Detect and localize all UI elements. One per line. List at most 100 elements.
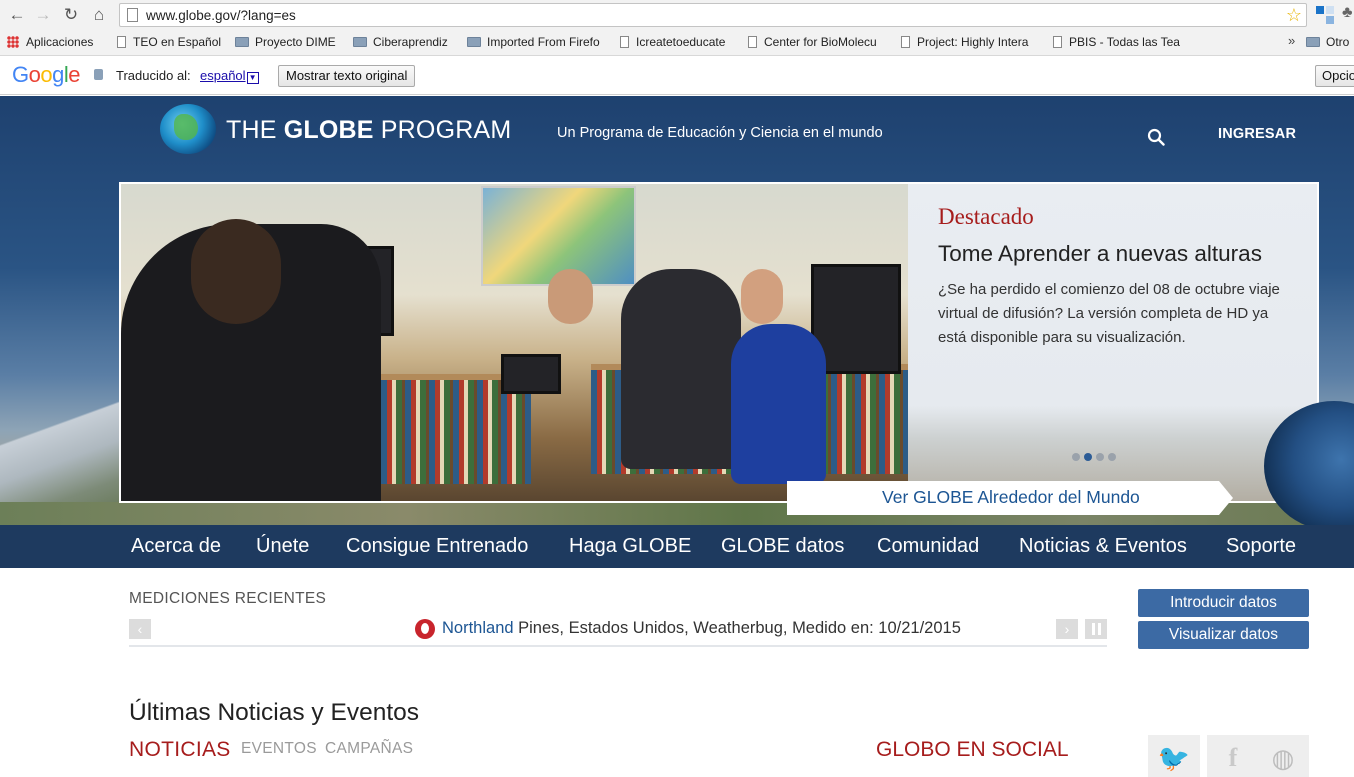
lock-icon xyxy=(94,69,103,80)
measurements-ticker: ‹ Northland Pines, Estados Unidos, Weath… xyxy=(129,617,1107,647)
bookmark-item[interactable]: Center for BioMolecu xyxy=(748,35,884,49)
bookmark-label: Imported From Firefo xyxy=(487,35,600,49)
back-icon[interactable]: ← xyxy=(7,5,27,25)
social-title: GLOBO EN SOCIAL xyxy=(876,738,1069,761)
slider-dot-active[interactable] xyxy=(1084,453,1092,461)
bookmark-item[interactable]: PBIS - Todas las Tea xyxy=(1053,35,1181,49)
puzzle-icon[interactable]: ♣ xyxy=(1342,4,1353,22)
nav-item-join[interactable]: Únete xyxy=(256,535,309,558)
view-data-button[interactable]: Visualizar datos xyxy=(1138,621,1309,649)
featured-photo[interactable] xyxy=(121,184,908,501)
apps-grid-icon xyxy=(7,36,19,48)
bookmark-item[interactable]: Proyecto DIME xyxy=(235,35,336,49)
show-original-button[interactable]: Mostrar texto original xyxy=(278,65,416,87)
bookmark-star-icon[interactable]: ☆ xyxy=(1286,5,1302,26)
nav-item-get-trained[interactable]: Consigue Entrenado xyxy=(346,535,528,558)
google-logo: Google xyxy=(12,62,81,87)
site-tagline: Un Programa de Educación y Ciencia en el… xyxy=(557,125,883,141)
bookmark-apps[interactable]: Aplicaciones xyxy=(7,35,93,49)
tab-news[interactable]: NOTICIAS xyxy=(129,738,231,762)
presenter-woman-head xyxy=(741,269,783,324)
page-icon xyxy=(127,8,138,22)
bookmark-label: Proyecto DIME xyxy=(255,35,336,49)
nav-item-about[interactable]: Acerca de xyxy=(131,535,221,558)
enter-data-button[interactable]: Introducir datos xyxy=(1138,589,1309,617)
folder-icon xyxy=(235,37,249,47)
measurement-detail: Pines, Estados Unidos, Weatherbug, Medid… xyxy=(513,619,961,637)
globe-social-icon[interactable]: ◍ xyxy=(1257,735,1309,777)
translate-options-button[interactable]: Opcio xyxy=(1315,65,1354,87)
feature-body: ¿Se ha perdido el comienzo del 08 de oct… xyxy=(938,281,1280,346)
feature-title[interactable]: Tome Aprender a nuevas alturas xyxy=(938,241,1262,267)
tab-events[interactable]: EVENTOS xyxy=(241,740,317,758)
nav-item-do-globe[interactable]: Haga GLOBE xyxy=(569,535,691,558)
search-icon[interactable] xyxy=(1147,128,1165,146)
bookmarks-overflow-button[interactable]: » xyxy=(1288,33,1295,48)
tab-campaigns[interactable]: CAMPAÑAS xyxy=(325,740,413,758)
folder-icon xyxy=(467,37,481,47)
twitter-icon[interactable]: 🐦 xyxy=(1148,735,1200,777)
nav-item-community[interactable]: Comunidad xyxy=(877,535,979,558)
slider-dot[interactable] xyxy=(1108,453,1116,461)
bookmark-item[interactable]: Ciberaprendiz xyxy=(353,35,448,49)
browser-toolbar: ← → ↻ ⌂ www.globe.gov/?lang=es ☆ ♣ xyxy=(0,0,1354,30)
cameraman-head xyxy=(191,219,281,324)
folder-icon xyxy=(1306,37,1320,47)
presenter-woman xyxy=(731,324,826,484)
facebook-icon[interactable]: f xyxy=(1207,735,1259,777)
slider-dot[interactable] xyxy=(1072,453,1080,461)
featured-slider: Destacado Tome Aprender a nuevas alturas… xyxy=(119,182,1319,503)
globe-site: THE GLOBE PROGRAM Un Programa de Educaci… xyxy=(0,96,1354,777)
translate-bar: Google Traducido al: español ▼ Mostrar te… xyxy=(0,57,1354,95)
bookmark-label: PBIS - Todas las Tea xyxy=(1069,35,1180,49)
bookmarks-bar: Aplicaciones TEO en Español Proyecto DIM… xyxy=(0,30,1354,56)
ticker-pause-button[interactable] xyxy=(1085,619,1107,639)
bookmark-item[interactable]: Project: Highly Intera xyxy=(901,35,1037,49)
bookmark-label: Project: Highly Intera xyxy=(917,35,1029,49)
pause-bar xyxy=(1098,623,1101,635)
forward-icon[interactable]: → xyxy=(33,5,53,25)
bookmark-item[interactable]: TEO en Español xyxy=(117,35,221,49)
extension-icon[interactable] xyxy=(1316,6,1334,24)
login-link[interactable]: INGRESAR xyxy=(1218,126,1296,142)
nav-item-support[interactable]: Soporte xyxy=(1226,535,1296,558)
home-icon[interactable]: ⌂ xyxy=(89,5,109,25)
bookmark-label: Icreatetoeducate xyxy=(636,35,726,49)
bookmark-label: Aplicaciones xyxy=(26,35,94,49)
news-events-heading: Últimas Noticias y Eventos xyxy=(129,699,420,726)
feature-panel: Destacado Tome Aprender a nuevas alturas… xyxy=(908,184,1317,501)
nav-item-globe-data[interactable]: GLOBE datos xyxy=(721,535,844,558)
slider-dot[interactable] xyxy=(1096,453,1104,461)
page-icon xyxy=(1053,36,1062,48)
logo-text: THE GLOBE PROGRAM xyxy=(226,116,511,145)
globe-around-world-link[interactable]: Ver GLOBE Alrededor del Mundo xyxy=(787,481,1233,515)
bookmark-item[interactable]: Imported From Firefo xyxy=(467,35,603,49)
main-nav: Acerca de Únete Consigue Entrenado Haga … xyxy=(0,525,1354,568)
presenter-man-head xyxy=(548,269,593,324)
globe-logo[interactable]: THE GLOBE PROGRAM xyxy=(160,102,511,154)
url-text[interactable]: www.globe.gov/?lang=es xyxy=(146,8,296,23)
logo-text-post: PROGRAM xyxy=(373,116,512,144)
page-icon xyxy=(620,36,629,48)
bookmark-item[interactable]: Icreatetoeducate xyxy=(620,35,725,49)
reload-icon[interactable]: ↻ xyxy=(61,5,81,25)
measurement-location-link[interactable]: Northland xyxy=(442,619,514,637)
pause-bar xyxy=(1092,623,1095,635)
recent-measurements-title: MEDICIONES RECIENTES xyxy=(129,590,327,607)
page-icon xyxy=(748,36,757,48)
bookmark-other[interactable]: Otro xyxy=(1306,35,1349,49)
ticker-next-button[interactable]: › xyxy=(1056,619,1078,639)
page-icon xyxy=(117,36,126,48)
address-bar[interactable]: www.globe.gov/?lang=es ☆ xyxy=(119,3,1307,27)
measurement-text: Northland Pines, Estados Unidos, Weather… xyxy=(442,619,961,638)
bookmark-label: Center for BioMolecu xyxy=(764,35,877,49)
nav-item-news-events[interactable]: Noticias & Eventos xyxy=(1019,535,1187,558)
logo-text-bold: GLOBE xyxy=(283,116,374,144)
language-select[interactable]: español ▼ xyxy=(200,68,259,84)
bookmark-label: Otro xyxy=(1326,35,1350,49)
slider-dots xyxy=(1072,448,1120,466)
ticker-prev-button[interactable]: ‹ xyxy=(129,619,151,639)
world-link-label: Ver GLOBE Alrededor del Mundo xyxy=(882,487,1140,507)
chevron-down-icon: ▼ xyxy=(246,72,259,84)
globe-logo-icon xyxy=(160,104,216,154)
